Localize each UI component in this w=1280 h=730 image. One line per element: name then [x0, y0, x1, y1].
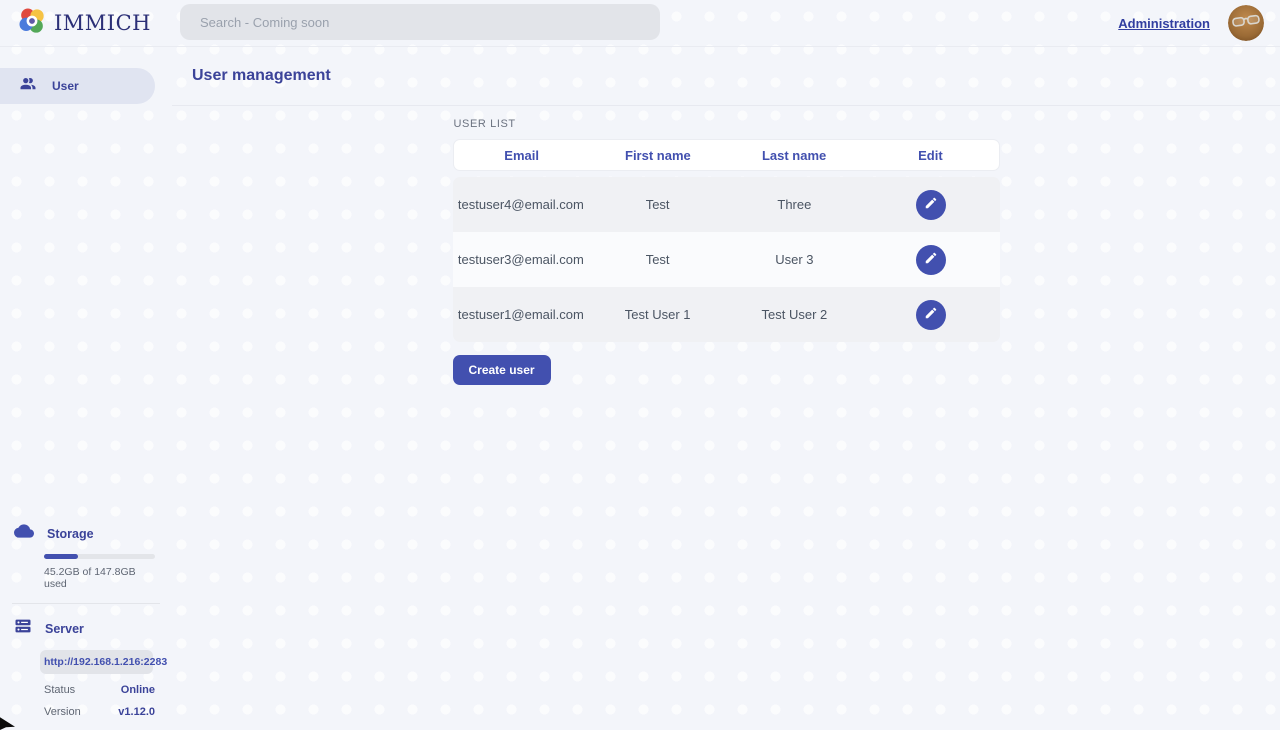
page-header: User management: [172, 47, 1280, 106]
sidebar-item-user[interactable]: User: [0, 68, 155, 104]
top-navbar: IMMICH Administration: [0, 0, 1280, 47]
logo-wordmark: IMMICH: [54, 11, 151, 35]
column-header-first-name: First name: [625, 148, 691, 163]
immich-flower-icon: [17, 6, 47, 41]
column-header-last-name: Last name: [762, 148, 826, 163]
column-header-edit: Edit: [918, 148, 943, 163]
cell-email: testuser4@email.com: [458, 197, 584, 212]
storage-widget-header: Storage: [0, 521, 172, 546]
immich-logo[interactable]: IMMICH: [0, 6, 151, 41]
cell-last-name: Three: [777, 197, 811, 212]
page-title: User management: [192, 67, 331, 85]
server-title: Server: [45, 622, 84, 636]
administration-link[interactable]: Administration: [1118, 16, 1210, 31]
cell-last-name: Test User 2: [762, 307, 828, 322]
user-table-body: testuser4@email.com Test Three testuser3…: [453, 177, 1000, 342]
server-url-badge: http://192.168.1.216:2283: [40, 650, 153, 674]
version-label: Version: [44, 706, 81, 718]
storage-title: Storage: [47, 527, 94, 541]
cell-last-name: User 3: [775, 252, 813, 267]
column-header-email: Email: [504, 148, 539, 163]
cloud-icon: [14, 521, 34, 546]
page-layout: User Storage 45.2GB of 147.8GB used: [0, 47, 1280, 730]
table-row: testuser3@email.com Test User 3: [453, 232, 1000, 287]
edit-user-button[interactable]: [916, 245, 946, 275]
pencil-icon: [924, 251, 938, 268]
storage-progress-track: [44, 554, 155, 559]
cell-email: testuser3@email.com: [458, 252, 584, 267]
storage-usage-text: 45.2GB of 147.8GB used: [44, 566, 155, 590]
edit-user-button[interactable]: [916, 300, 946, 330]
users-icon: [19, 75, 37, 98]
pencil-icon: [924, 306, 938, 323]
cell-first-name: Test: [646, 197, 670, 212]
status-value: Online: [121, 684, 155, 696]
user-table-header: Email First name Last name Edit: [453, 139, 1000, 171]
edit-user-button[interactable]: [916, 190, 946, 220]
pencil-icon: [924, 196, 938, 213]
user-list-section: USER LIST Email First name Last name Edi…: [453, 118, 1000, 385]
version-value: v1.12.0: [118, 706, 155, 718]
server-icon: [14, 617, 32, 640]
cell-first-name: Test: [646, 252, 670, 267]
sidebar-divider: [12, 603, 160, 604]
storage-progress-fill: [44, 554, 78, 559]
sidebar-item-user-label: User: [52, 79, 79, 93]
table-row: testuser1@email.com Test User 1 Test Use…: [453, 287, 1000, 342]
sidebar-bottom-widgets: Storage 45.2GB of 147.8GB used: [0, 521, 172, 730]
status-label: Status: [44, 684, 75, 696]
cell-first-name: Test User 1: [625, 307, 691, 322]
main-content: User management USER LIST Email First na…: [172, 47, 1280, 730]
user-list-label: USER LIST: [454, 118, 1000, 130]
server-widget-header: Server: [0, 617, 172, 640]
user-avatar[interactable]: [1228, 5, 1264, 41]
search-input[interactable]: [180, 4, 660, 40]
create-user-button[interactable]: Create user: [453, 355, 551, 385]
server-status-row: Status Online: [44, 684, 155, 696]
table-row: testuser4@email.com Test Three: [453, 177, 1000, 232]
admin-sidebar: User Storage 45.2GB of 147.8GB used: [0, 47, 172, 730]
navbar-right: Administration: [1118, 5, 1280, 41]
server-version-row: Version v1.12.0: [44, 706, 155, 718]
cell-email: testuser1@email.com: [458, 307, 584, 322]
